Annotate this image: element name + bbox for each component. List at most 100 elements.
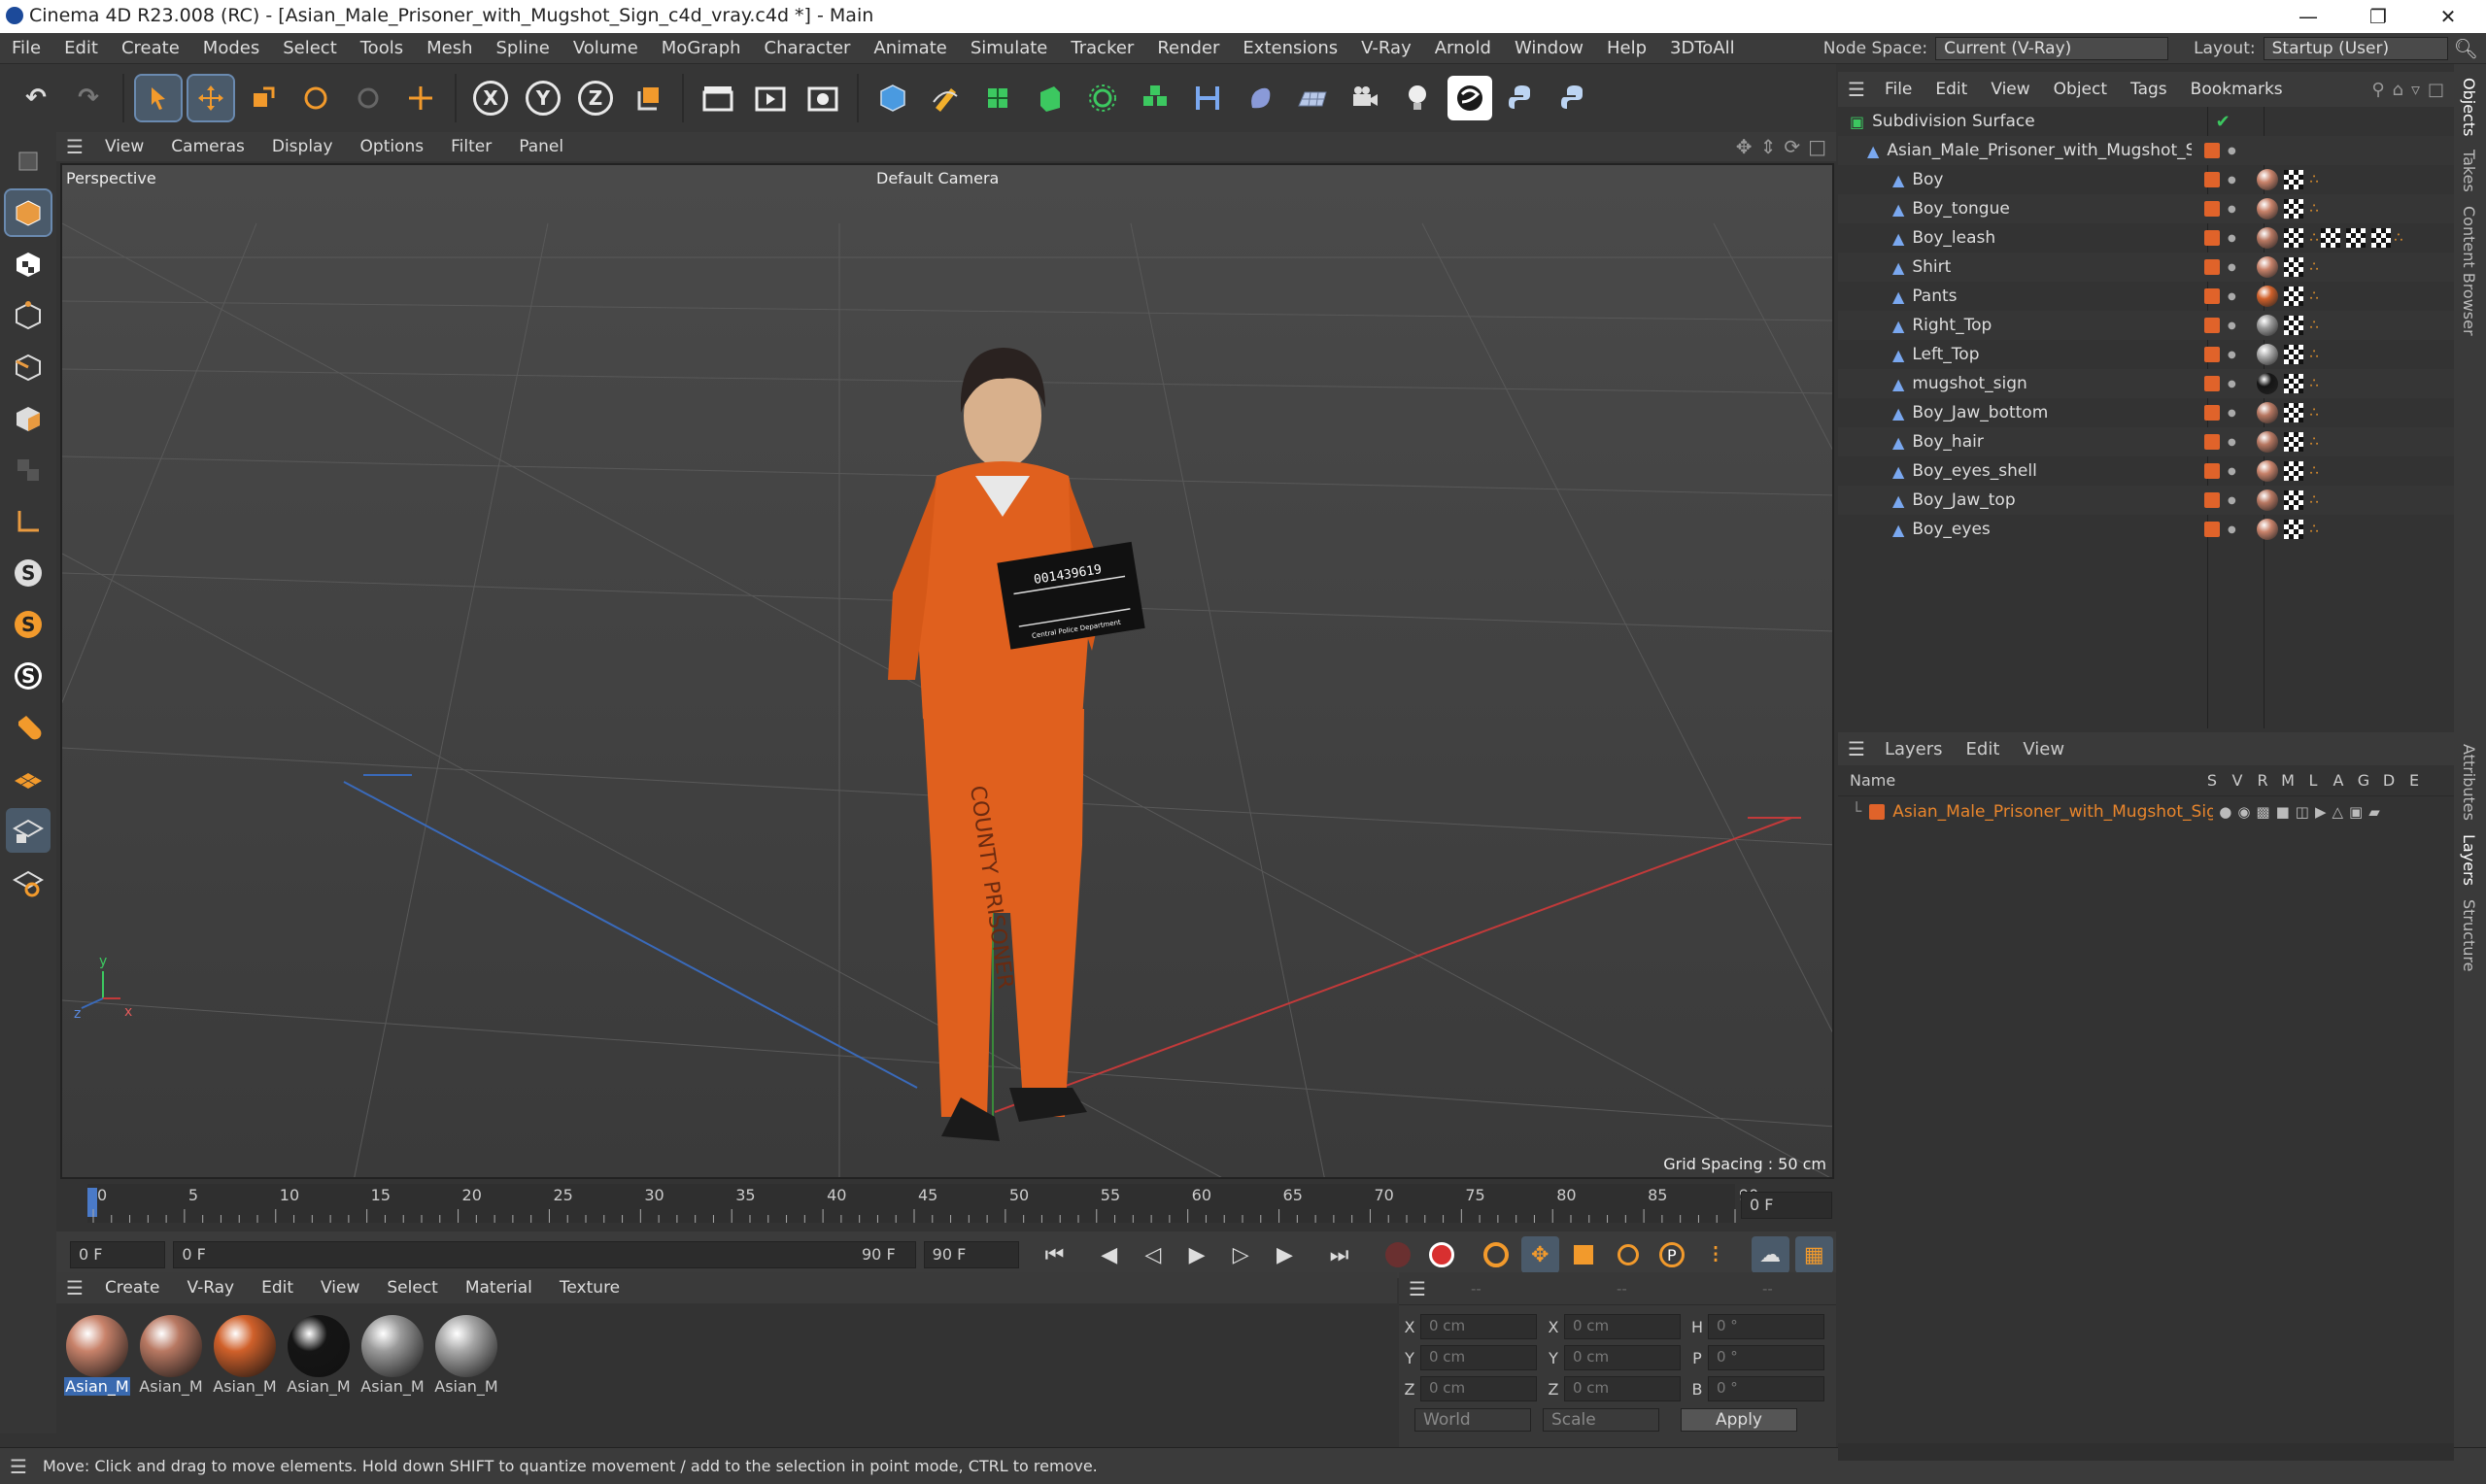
object-row[interactable]: ▲ Boy_tongue ● ∴ xyxy=(1838,194,2454,223)
objects-menu-tags[interactable]: Tags xyxy=(2130,80,2167,99)
menu-character[interactable]: Character xyxy=(765,38,851,58)
texture-tag-icon[interactable] xyxy=(2284,345,2304,364)
search-icon[interactable]: 🔍︎ xyxy=(2454,37,2478,60)
menu-help[interactable]: Help xyxy=(1607,38,1647,58)
layers-menu-layers[interactable]: Layers xyxy=(1885,739,1943,759)
layout-select[interactable]: Startup (User) xyxy=(2263,36,2448,60)
coord-field[interactable]: 0 ° xyxy=(1708,1314,1824,1339)
viewport-menu-filter[interactable]: Filter xyxy=(451,137,492,156)
visibility-dots-icon[interactable]: ● xyxy=(2228,379,2236,389)
coord-field[interactable]: 0 cm xyxy=(1564,1376,1681,1401)
object-name[interactable]: Shirt xyxy=(1912,257,2192,277)
object-row[interactable]: ▲ Boy_Jaw_top ● ∴ xyxy=(1838,486,2454,515)
tab-attributes[interactable]: Attributes xyxy=(2460,744,2478,821)
layer-color-dot[interactable] xyxy=(2203,143,2220,158)
layers-menu-view[interactable]: View xyxy=(2023,739,2064,759)
coord-field[interactable]: 0 cm xyxy=(1420,1376,1537,1401)
object-row[interactable]: ▲ Left_Top ● ∴ xyxy=(1838,340,2454,369)
menu-3dtoall[interactable]: 3DToAll xyxy=(1670,38,1735,58)
prev-key-button[interactable]: ◀ xyxy=(1090,1236,1128,1273)
object-row[interactable]: ▲ mugshot_sign ● ∴ xyxy=(1838,369,2454,398)
texture-tag-icon[interactable] xyxy=(2284,374,2304,393)
object-name[interactable]: Subdivision Surface xyxy=(1872,112,2195,131)
camera-button[interactable] xyxy=(1343,76,1387,120)
floor-button[interactable] xyxy=(1290,76,1335,120)
texture-tag-icon[interactable] xyxy=(2284,490,2304,510)
pen-button[interactable] xyxy=(923,76,968,120)
visibility-toggles[interactable]: ● xyxy=(2192,143,2248,158)
menu-animate[interactable]: Animate xyxy=(873,38,946,58)
texture-tag-icon[interactable] xyxy=(2284,199,2304,219)
edge-mode-button[interactable] xyxy=(6,345,51,389)
texture-tag-icon[interactable] xyxy=(2284,432,2304,452)
material-menu-create[interactable]: Create xyxy=(105,1278,160,1298)
material-menu-material[interactable]: Material xyxy=(465,1278,532,1298)
visibility-dots-icon[interactable]: ● xyxy=(2228,466,2236,477)
object-name[interactable]: Boy_tongue xyxy=(1912,199,2192,219)
key-pla-button[interactable]: ⁝ xyxy=(1696,1236,1734,1273)
maximize-view-icon[interactable]: □ xyxy=(1808,135,1826,158)
filter-icon[interactable]: ▿ xyxy=(2411,80,2420,100)
visibility-toggles[interactable]: ● xyxy=(2192,288,2248,304)
motion-scale-button[interactable]: ☁ xyxy=(1751,1236,1789,1273)
scale-tool-button[interactable] xyxy=(241,76,286,120)
playhead[interactable] xyxy=(87,1188,97,1217)
texture-tag-icon[interactable] xyxy=(2284,257,2304,277)
minimize-button[interactable]: — xyxy=(2273,0,2343,33)
material-tag-icon[interactable] xyxy=(2257,198,2279,219)
visibility-dots-icon[interactable]: ● xyxy=(2228,350,2236,360)
lock-y-button[interactable]: Y xyxy=(521,76,565,120)
key-rotation-button[interactable] xyxy=(1609,1236,1647,1273)
material-tag-icon[interactable] xyxy=(2257,373,2279,394)
object-name[interactable]: Boy_leash xyxy=(1912,228,2192,248)
new-window-icon[interactable]: □ xyxy=(2428,80,2444,100)
key-position-button[interactable]: ✥ xyxy=(1520,1236,1559,1273)
pan-view-icon[interactable]: ✥ xyxy=(1736,135,1753,158)
menu-simulate[interactable]: Simulate xyxy=(971,38,1048,58)
vray-tag-icon[interactable]: ∴ xyxy=(2309,318,2318,333)
menu-tracker[interactable]: Tracker xyxy=(1071,38,1134,58)
viewport-menu-options[interactable]: Options xyxy=(360,137,425,156)
coordinate-system-button[interactable] xyxy=(626,76,670,120)
key-param-button[interactable]: P xyxy=(1652,1236,1690,1273)
coord-field[interactable]: 0 ° xyxy=(1708,1376,1824,1401)
viewport-menu-panel[interactable]: Panel xyxy=(519,137,563,156)
point-mode-button[interactable] xyxy=(6,293,51,338)
record-button[interactable] xyxy=(1379,1236,1416,1273)
menu-select[interactable]: Select xyxy=(283,38,337,58)
visibility-dots-icon[interactable]: ● xyxy=(2228,495,2236,506)
material-tag-icon[interactable] xyxy=(2257,519,2279,540)
layer-color-dot[interactable] xyxy=(2203,288,2220,304)
texture-tag-icon[interactable] xyxy=(2284,228,2304,248)
visibility-toggles[interactable]: ● xyxy=(2192,347,2248,362)
material-tag-icon[interactable] xyxy=(2257,489,2279,511)
rotate-tool-button[interactable] xyxy=(293,76,338,120)
material-swatch[interactable]: Asian_M xyxy=(359,1315,426,1396)
material-tag-icon[interactable] xyxy=(2257,256,2279,278)
coord-field[interactable]: 0 cm xyxy=(1420,1345,1537,1370)
object-name[interactable]: Left_Top xyxy=(1912,345,2192,364)
layer-color-dot[interactable] xyxy=(2203,347,2220,362)
camera-label[interactable]: Default Camera xyxy=(876,169,999,187)
vray-tag-icon[interactable]: ∴ xyxy=(2309,376,2318,391)
viewport-3d[interactable]: 001439619 Central Police Department COUN… xyxy=(60,163,1834,1179)
next-key-button[interactable]: ▶ xyxy=(1266,1236,1304,1273)
objects-menu-edit[interactable]: Edit xyxy=(1935,80,1967,99)
cube-button[interactable] xyxy=(870,76,915,120)
material-swatch[interactable]: Asian_M xyxy=(64,1315,130,1396)
material-tag-icon[interactable] xyxy=(2257,344,2279,365)
tab-objects[interactable]: Objects xyxy=(2460,78,2478,136)
visibility-dots-icon[interactable]: ● xyxy=(2228,262,2236,273)
object-row[interactable]: ▲ Boy_Jaw_bottom ● ∴ xyxy=(1838,398,2454,427)
object-row[interactable]: ▲ Boy_leash ● ∴ ∴ xyxy=(1838,223,2454,253)
visibility-dots-icon[interactable]: ● xyxy=(2228,204,2236,215)
snap-button[interactable]: S xyxy=(6,551,51,595)
coord-field[interactable]: 0 cm xyxy=(1420,1314,1537,1339)
go-to-end-button[interactable]: ⏭ xyxy=(1320,1236,1358,1273)
layer-color-dot[interactable] xyxy=(2203,201,2220,217)
recent-tool-button[interactable] xyxy=(346,76,391,120)
rotate-view-icon[interactable]: ⟳ xyxy=(1784,135,1800,158)
menu-vray[interactable]: V-Ray xyxy=(1361,38,1412,58)
visibility-toggles[interactable]: ● xyxy=(2192,201,2248,217)
object-name[interactable]: Boy_Jaw_bottom xyxy=(1912,403,2192,422)
